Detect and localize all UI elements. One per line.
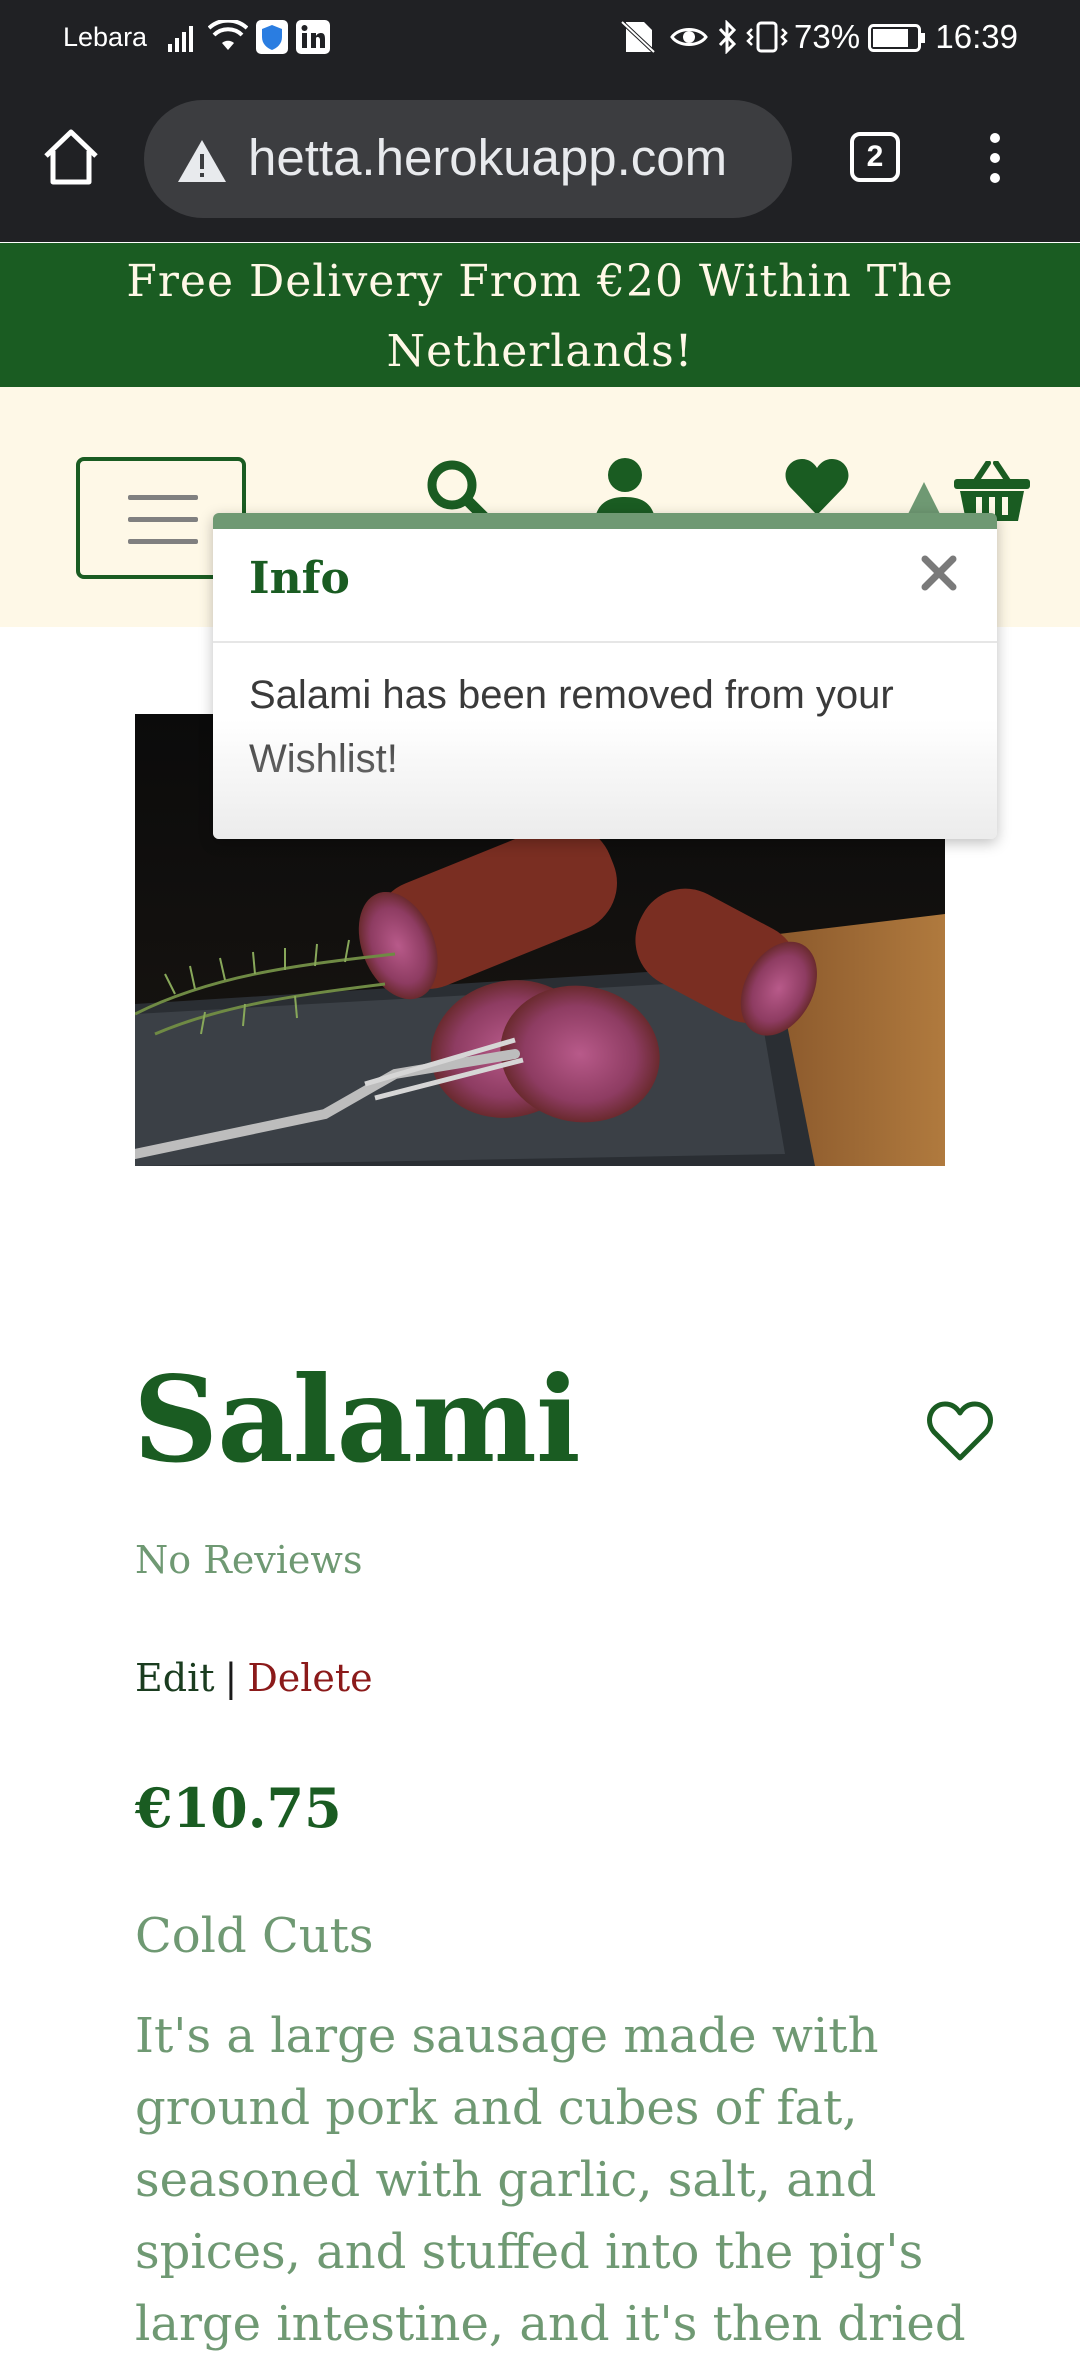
popover-arrow — [908, 482, 940, 514]
carrier-label: Lebara — [63, 22, 148, 52]
eye-icon — [670, 28, 708, 46]
product-category[interactable]: Cold Cuts — [135, 1908, 374, 1964]
banner-line-2: Netherlands! — [386, 326, 694, 377]
delivery-banner: Free Delivery From €20 Within The Nether… — [0, 243, 1080, 387]
wifi-icon — [208, 20, 248, 50]
menu-icon-line — [128, 495, 198, 500]
menu-icon-line — [128, 539, 198, 544]
banner-line-1: Free Delivery From €20 Within The — [126, 256, 954, 307]
separator: | — [224, 1656, 238, 1700]
edit-link[interactable]: Edit — [135, 1656, 215, 1700]
reviews-label[interactable]: No Reviews — [135, 1538, 362, 1582]
battery-percent: 73% — [794, 18, 861, 55]
heart-icon[interactable] — [784, 457, 850, 517]
linkedin-icon — [296, 20, 330, 54]
product-title: Salami — [133, 1350, 581, 1489]
address-bar[interactable]: hetta.herokuapp.com — [144, 100, 792, 218]
status-bar: Lebara 73% 16:39 — [0, 0, 1080, 76]
wishlist-heart-icon[interactable] — [926, 1400, 994, 1462]
product-description: It's a large sausage made with ground po… — [135, 2008, 966, 2352]
menu-icon-line — [128, 517, 198, 522]
admin-actions: Edit | Delete — [135, 1656, 373, 1700]
warning-icon[interactable] — [176, 138, 228, 184]
clock: 16:39 — [935, 18, 1018, 55]
shield-icon — [256, 20, 288, 54]
popover-header: Info — [213, 529, 997, 643]
product-price: €10.75 — [135, 1776, 342, 1840]
info-popover: Info Salami has been removed from your W… — [213, 513, 997, 839]
no-sim-icon — [620, 20, 656, 54]
popover-message: Salami has been removed from your Wishli… — [249, 673, 894, 781]
home-icon[interactable] — [40, 126, 102, 188]
vibrate-icon — [746, 21, 788, 53]
signal-icon — [168, 26, 193, 52]
more-options-icon[interactable] — [978, 130, 1012, 186]
battery-icon — [868, 24, 925, 52]
popover-title: Info — [249, 553, 350, 604]
close-icon[interactable] — [917, 551, 961, 595]
url-text[interactable]: hetta.herokuapp.com — [248, 128, 727, 187]
delete-link[interactable]: Delete — [247, 1656, 372, 1700]
browser-toolbar: hetta.herokuapp.com 2 — [0, 76, 1080, 242]
tab-switcher-button[interactable]: 2 — [850, 132, 900, 182]
bluetooth-icon — [718, 20, 737, 54]
